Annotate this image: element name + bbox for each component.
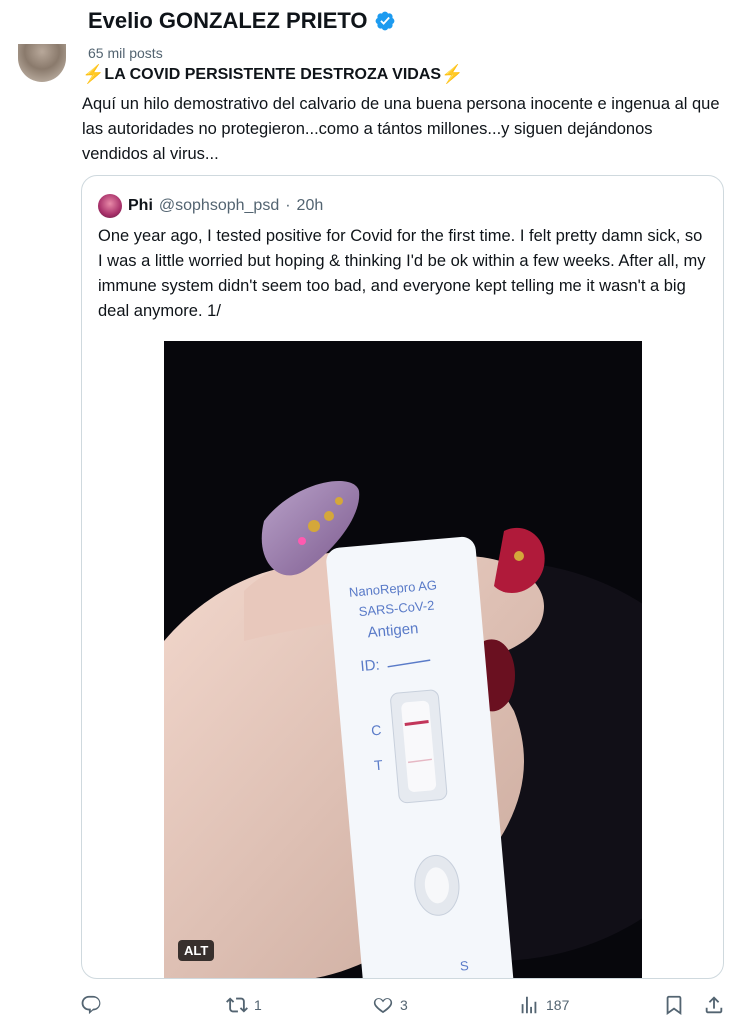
quote-avatar[interactable] (98, 194, 122, 218)
quote-author-name[interactable]: Phi (128, 197, 153, 215)
repost-icon (226, 997, 248, 1013)
reply-icon (81, 995, 101, 1015)
like-count: 3 (400, 997, 408, 1013)
quoted-post[interactable]: Phi @sophsoph_psd · 20h One year ago, I … (81, 175, 724, 979)
verified-badge-icon (375, 11, 394, 31)
quote-author-handle[interactable]: @sophsoph_psd (159, 197, 279, 215)
post-title-row: ⚡ LA COVID PERSISTENTE DESTROZA VIDAS ⚡ (82, 64, 463, 85)
posts-count: 65 mil posts (88, 45, 163, 61)
quote-text: One year ago, I tested positive for Covi… (98, 227, 706, 320)
alt-text-badge[interactable]: ALT (178, 940, 215, 961)
test-c-label: C (370, 722, 381, 739)
share-button[interactable] (703, 994, 725, 1016)
test-s-label: S (459, 958, 469, 974)
quote-header: Phi @sophsoph_psd · 20h (98, 194, 323, 218)
covid-test-photo: NanoRepro AG SARS-CoV-2 Antigen ID: C T … (164, 341, 642, 978)
like-button[interactable]: 3 (372, 994, 408, 1016)
profile-header: Evelio GONZALEZ PRIETO 65 mil posts (0, 0, 756, 66)
reply-button[interactable] (80, 994, 108, 1016)
bookmark-icon (666, 995, 682, 1016)
bookmark-button[interactable] (663, 994, 685, 1016)
heart-icon (373, 998, 393, 1014)
author-name[interactable]: Evelio GONZALEZ PRIETO (88, 8, 368, 34)
lightning-icon: ⚡ (82, 64, 105, 84)
lightning-icon: ⚡ (441, 64, 464, 84)
post-body: Aquí un hilo demostrativo del calvario d… (82, 95, 720, 163)
author-name-row[interactable]: Evelio GONZALEZ PRIETO (88, 8, 396, 34)
views-count: 187 (546, 997, 570, 1013)
post-title: LA COVID PERSISTENTE DESTROZA VIDAS (104, 65, 442, 83)
quote-image[interactable]: NanoRepro AG SARS-CoV-2 Antigen ID: C T … (164, 341, 642, 978)
repost-button[interactable]: 1 (226, 994, 262, 1016)
views-button[interactable]: 187 (518, 994, 569, 1016)
repost-count: 1 (254, 997, 262, 1013)
separator-dot: · (285, 197, 291, 214)
author-avatar[interactable] (18, 44, 66, 82)
post-actions-bar: 1 3 187 (0, 990, 756, 1026)
share-icon (705, 996, 723, 1014)
test-id-label: ID: (360, 657, 381, 676)
quote-timestamp[interactable]: 20h (297, 197, 324, 215)
views-bar-chart-icon (521, 996, 537, 1014)
